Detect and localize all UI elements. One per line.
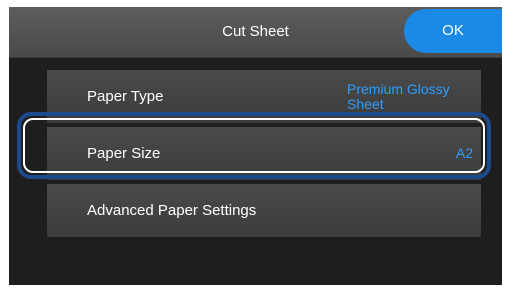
touch-panel-screen: Cut Sheet OK Paper Type Premium Glossy S… [9, 7, 502, 285]
setting-row-paper-size[interactable]: Paper Size A2 [47, 127, 481, 180]
settings-list: Paper Type Premium Glossy Sheet Paper Si… [47, 70, 481, 241]
header-bar: Cut Sheet OK [9, 7, 502, 58]
setting-value: Premium Glossy Sheet [347, 81, 450, 112]
setting-row-advanced-paper-settings[interactable]: Advanced Paper Settings [47, 184, 481, 237]
setting-label: Paper Size [87, 145, 161, 162]
setting-label: Advanced Paper Settings [87, 202, 257, 219]
setting-label: Paper Type [87, 88, 164, 105]
setting-value: A2 [455, 145, 473, 161]
ok-button[interactable]: OK [404, 9, 502, 53]
setting-row-paper-type[interactable]: Paper Type Premium Glossy Sheet [47, 70, 481, 123]
